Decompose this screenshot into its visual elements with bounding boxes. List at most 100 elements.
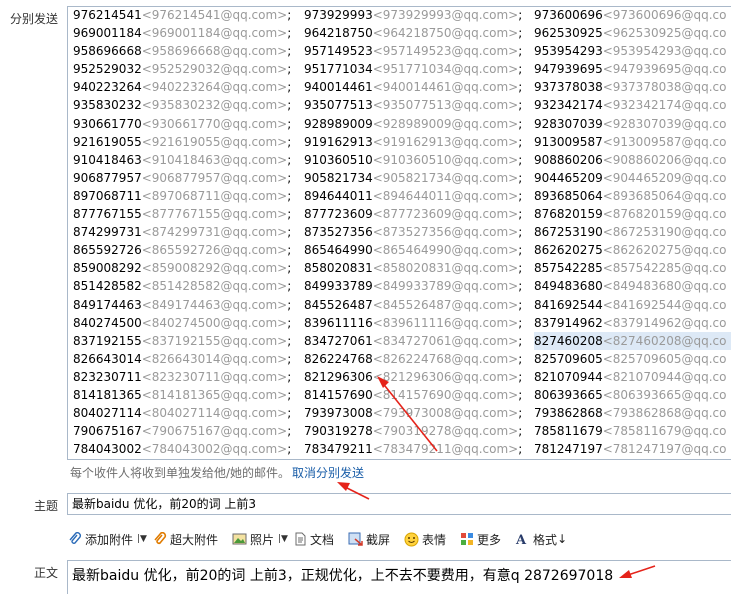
recipient-entry[interactable]: 826643014<826643014@qq.com>; — [73, 350, 304, 368]
subject-input[interactable]: 最新baidu 优化，前20的词 上前3 — [67, 493, 731, 515]
more-icon — [460, 532, 477, 546]
recipient-entry[interactable]: 873527356<873527356@qq.com>; — [304, 223, 534, 241]
recipient-entry[interactable]: 781247197<781247197@qq.co — [534, 440, 731, 458]
toolbar-button-photo[interactable]: 照片 — [232, 531, 274, 548]
format-icon: A — [515, 532, 533, 546]
recipient-entry[interactable]: 862620275<862620275@qq.co — [534, 241, 731, 259]
toolbar-button-document[interactable]: 文档 — [294, 531, 334, 548]
recipient-entry[interactable]: 906877957<906877957@qq.com>; — [73, 169, 304, 187]
recipient-entry[interactable]: 952529032<952529032@qq.com>; — [73, 60, 304, 78]
toolbar-button-format[interactable]: A 格式 ↓ — [515, 531, 567, 548]
recipient-entry[interactable]: 904465209<904465209@qq.co — [534, 169, 731, 187]
recipient-entry[interactable]: 913009587<913009587@qq.co — [534, 133, 731, 151]
recipient-entry[interactable]: 940223264<940223264@qq.com>; — [73, 78, 304, 96]
recipient-entry[interactable]: 783479211<783479211@qq.com>; — [304, 440, 534, 458]
recipient-entry[interactable]: 937378038<937378038@qq.co — [534, 78, 731, 96]
chevron-down-icon[interactable]: |▼ — [137, 534, 147, 544]
recipient-entry[interactable]: 921619055<921619055@qq.com>; — [73, 133, 304, 151]
emoticon-icon — [404, 532, 422, 547]
recipient-entry[interactable]: 785811679<785811679@qq.co — [534, 422, 731, 440]
recipient-entry[interactable]: 976214541<976214541@qq.com>; — [73, 7, 304, 24]
recipient-entry[interactable]: 821296306<821296306@qq.com>; — [304, 368, 534, 386]
recipient-entry[interactable]: 964218750<964218750@qq.com>; — [304, 24, 534, 42]
recipient-entry[interactable]: 969001184<969001184@qq.com>; — [73, 24, 304, 42]
recipient-entry[interactable]: 827460208<827460208@qq.co — [534, 331, 731, 350]
toolbar-button-screenshot[interactable]: 截屏 — [348, 531, 390, 548]
recipient-entry[interactable]: 865592726<865592726@qq.com>; — [73, 241, 304, 259]
recipient-entry[interactable]: 962530925<962530925@qq.co — [534, 24, 731, 42]
recipient-entry[interactable]: 905821734<905821734@qq.com>; — [304, 169, 534, 187]
recipients-field[interactable]: 976214541<976214541@qq.com>; 973929993<97… — [67, 6, 731, 460]
recipient-entry[interactable]: 897068711<897068711@qq.com>; — [73, 187, 304, 205]
recipient-entry[interactable]: 910360510<910360510@qq.com>; — [304, 151, 534, 169]
recipient-entry[interactable]: 908860206<908860206@qq.co — [534, 151, 731, 169]
recipient-entry[interactable]: 973929993<973929993@qq.com>; — [304, 7, 534, 24]
recipient-entry[interactable]: 840274500<840274500@qq.com>; — [73, 314, 304, 332]
recipient-row: 804027114<804027114@qq.com>; 793973008<79… — [73, 404, 731, 422]
toolbar-button-more[interactable]: 更多 — [460, 531, 501, 548]
recipient-row: 969001184<969001184@qq.com>; 964218750<96… — [73, 24, 731, 42]
chevron-down-icon[interactable]: |▼ — [278, 534, 288, 544]
recipient-entry[interactable]: 930661770<930661770@qq.com>; — [73, 115, 304, 133]
recipient-entry[interactable]: 821070944<821070944@qq.co — [534, 368, 731, 386]
recipient-entry[interactable]: 804027114<804027114@qq.com>; — [73, 404, 304, 422]
recipient-entry[interactable]: 935077513<935077513@qq.com>; — [304, 96, 534, 114]
recipient-entry[interactable]: 877767155<877767155@qq.com>; — [73, 205, 304, 223]
recipient-entry[interactable]: 935830232<935830232@qq.com>; — [73, 96, 304, 114]
recipient-entry[interactable]: 839611116<839611116@qq.com>; — [304, 314, 534, 332]
toolbar-button-emoticon[interactable]: 表情 — [404, 531, 446, 548]
recipient-entry[interactable]: 793862868<793862868@qq.co — [534, 404, 731, 422]
recipient-entry[interactable]: 947939695<947939695@qq.co — [534, 60, 731, 78]
recipient-entry[interactable]: 834727061<834727061@qq.com>; — [304, 332, 534, 350]
recipient-entry[interactable]: 849933789<849933789@qq.com>; — [304, 277, 534, 295]
recipient-entry[interactable]: 874299731<874299731@qq.com>; — [73, 223, 304, 241]
recipient-entry[interactable]: 849483680<849483680@qq.co — [534, 277, 731, 295]
recipient-entry[interactable]: 958696668<958696668@qq.com>; — [73, 42, 304, 60]
recipient-entry[interactable]: 932342174<932342174@qq.co — [534, 96, 731, 114]
recipient-entry[interactable]: 825709605<825709605@qq.co — [534, 350, 731, 368]
toolbar-button-large-attachment[interactable]: 超大附件 — [153, 531, 218, 548]
recipient-entry[interactable]: 865464990<865464990@qq.com>; — [304, 241, 534, 259]
recipient-entry[interactable]: 837192155<837192155@qq.com>; — [73, 332, 304, 350]
recipient-entry[interactable]: 951771034<951771034@qq.com>; — [304, 60, 534, 78]
recipient-entry[interactable]: 837914962<837914962@qq.co — [534, 314, 731, 332]
recipient-entry[interactable]: 845526487<845526487@qq.com>; — [304, 296, 534, 314]
recipient-entry[interactable]: 940014461<940014461@qq.com>; — [304, 78, 534, 96]
recipient-entry[interactable]: 858020831<858020831@qq.com>; — [304, 259, 534, 277]
recipient-row: 874299731<874299731@qq.com>; 873527356<87… — [73, 223, 731, 241]
recipient-entry[interactable]: 823230711<823230711@qq.com>; — [73, 368, 304, 386]
recipient-entry[interactable]: 877723609<877723609@qq.com>; — [304, 205, 534, 223]
recipient-entry[interactable]: 859008292<859008292@qq.com>; — [73, 259, 304, 277]
recipient-entry[interactable]: 973600696<973600696@qq.co — [534, 7, 731, 24]
recipient-entry[interactable]: 814181365<814181365@qq.com>; — [73, 386, 304, 404]
toolbar-label: 截屏 — [366, 532, 391, 547]
recipient-entry[interactable]: 894644011<894644011@qq.com>; — [304, 187, 534, 205]
recipient-entry[interactable]: 806393665<806393665@qq.co — [534, 386, 731, 404]
recipient-entry[interactable]: 814157690<814157690@qq.com>; — [304, 386, 534, 404]
recipient-entry[interactable]: 919162913<919162913@qq.com>; — [304, 133, 534, 151]
toolbar-label: 添加附件 — [85, 532, 134, 547]
recipient-entry[interactable]: 826224768<826224768@qq.com>; — [304, 350, 534, 368]
recipient-entry[interactable]: 893685064<893685064@qq.co — [534, 187, 731, 205]
recipient-entry[interactable]: 928307039<928307039@qq.co — [534, 115, 731, 133]
recipient-entry[interactable]: 790675167<790675167@qq.com>; — [73, 422, 304, 440]
recipient-entry[interactable]: 953954293<953954293@qq.co — [534, 42, 731, 60]
recipient-entry[interactable]: 841692544<841692544@qq.co — [534, 296, 731, 314]
recipient-row: 865592726<865592726@qq.com>; 865464990<86… — [73, 241, 731, 259]
cancel-separate-send-link[interactable]: 取消分别发送 — [292, 466, 364, 480]
recipient-entry[interactable]: 867253190<867253190@qq.co — [534, 223, 731, 241]
recipient-entry[interactable]: 957149523<957149523@qq.com>; — [304, 42, 534, 60]
toolbar-button-paperclip[interactable]: 添加附件 — [68, 531, 133, 548]
recipient-entry[interactable]: 910418463<910418463@qq.com>; — [73, 151, 304, 169]
toolbar-label: 格式 — [533, 532, 558, 547]
recipient-entry[interactable]: 857542285<857542285@qq.co — [534, 259, 731, 277]
body-editor[interactable]: 最新baidu 优化，前20的词 上前3，正规优化，上不去不要费用，有意q 28… — [67, 560, 731, 594]
svg-text:A: A — [515, 533, 527, 546]
recipient-entry[interactable]: 876820159<876820159@qq.co — [534, 205, 731, 223]
recipient-entry[interactable]: 784043002<784043002@qq.com>; — [73, 440, 304, 458]
recipient-entry[interactable]: 793973008<793973008@qq.com>; — [304, 404, 534, 422]
recipient-entry[interactable]: 928989009<928989009@qq.com>; — [304, 115, 534, 133]
recipient-entry[interactable]: 851428582<851428582@qq.com>; — [73, 277, 304, 295]
recipient-entry[interactable]: 849174463<849174463@qq.com>; — [73, 296, 304, 314]
recipient-entry[interactable]: 790319278<790319278@qq.com>; — [304, 422, 534, 440]
